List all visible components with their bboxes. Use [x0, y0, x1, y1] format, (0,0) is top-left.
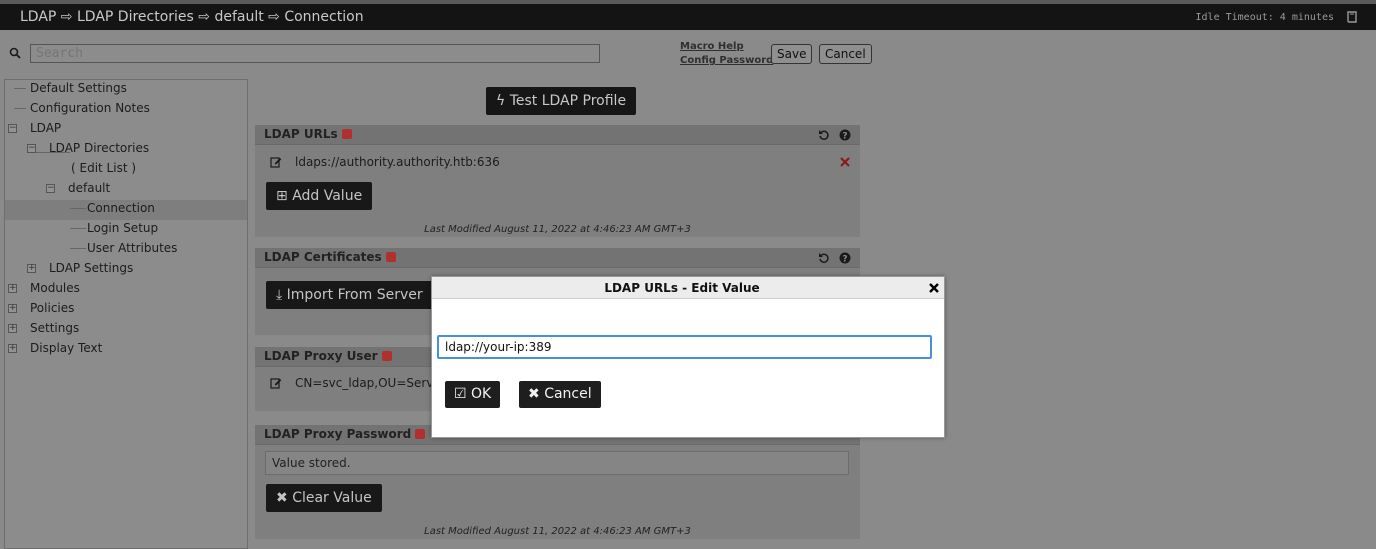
last-modified: Last Modified August 11, 2022 at 4:46:23… — [424, 224, 691, 235]
tree-connector — [14, 88, 26, 89]
panel-title: LDAP Certificates — [264, 250, 396, 264]
search-input[interactable] — [30, 44, 600, 63]
svg-text:?: ? — [842, 255, 847, 265]
reset-icon[interactable] — [818, 129, 830, 141]
test-ldap-profile-button[interactable]: ϟ Test LDAP Profile — [486, 87, 637, 115]
ldap-proxy-password-panel: LDAP Proxy Password Value stored. ✖ Clea… — [255, 425, 860, 539]
edit-icon[interactable] — [270, 156, 282, 168]
expand-icon[interactable]: + — [8, 344, 17, 353]
sidebar-item-ldap-settings[interactable]: LDAP Settings — [49, 258, 133, 278]
dialog-title: LDAP URLs - Edit Value — [604, 281, 760, 295]
breadcrumb: LDAP ⇨ LDAP Directories ⇨ default ⇨ Conn… — [20, 9, 364, 25]
sidebar-item-default[interactable]: default — [68, 178, 110, 198]
sidebar-item-modules[interactable]: Modules — [30, 278, 80, 298]
tree-connector — [14, 108, 26, 109]
navigation-tree: Default Settings Configuration Notes − L… — [4, 79, 248, 549]
reset-icon[interactable] — [818, 252, 830, 264]
sidebar-item-ldap[interactable]: LDAP — [30, 118, 61, 138]
config-password-link[interactable]: Config Password — [680, 54, 773, 68]
macro-help-link[interactable]: Macro Help — [680, 40, 773, 54]
sidebar-item-configuration-notes[interactable]: Configuration Notes — [30, 98, 150, 118]
proxy-user-value: CN=svc_ldap,OU=Service — [295, 376, 451, 390]
sidebar-item-policies[interactable]: Policies — [30, 298, 74, 318]
expand-icon[interactable]: + — [8, 304, 17, 313]
top-bar: LDAP ⇨ LDAP Directories ⇨ default ⇨ Conn… — [0, 0, 1376, 30]
last-modified: Last Modified August 11, 2022 at 4:46:23… — [424, 526, 691, 537]
dialog-cancel-button[interactable]: ✖ Cancel — [519, 381, 601, 408]
edit-value-dialog: LDAP URLs - Edit Value ☑ OK ✖ Cancel — [431, 276, 945, 438]
close-icon: ✖ — [276, 490, 288, 506]
tree-connector — [70, 248, 86, 249]
ldap-urls-panel: LDAP URLs ? ldaps://authority.authority.… — [255, 125, 860, 237]
sidebar-item-connection[interactable]: Connection — [87, 198, 155, 218]
add-value-button[interactable]: ⊞ Add Value — [266, 182, 373, 210]
stored-value-field: Value stored. — [265, 451, 849, 475]
bolt-icon: ϟ — [496, 93, 506, 109]
panel-title: LDAP Proxy Password — [264, 427, 426, 441]
save-button[interactable]: Save — [771, 44, 813, 64]
idle-timeout: Idle Timeout: 4 minutes — [1195, 12, 1334, 23]
sidebar-item-edit-list[interactable]: ( Edit List ) — [71, 158, 136, 178]
edit-icon[interactable] — [270, 377, 282, 389]
ldap-url-value: ldaps://authority.authority.htb:636 — [295, 155, 500, 169]
clear-value-button[interactable]: ✖ Clear Value — [266, 484, 382, 512]
ldap-url-input[interactable] — [437, 335, 932, 359]
panel-title: LDAP URLs — [264, 127, 352, 141]
panel-title: LDAP Proxy User — [264, 349, 392, 363]
sidebar-item-settings[interactable]: Settings — [30, 318, 79, 338]
sidebar-item-login-setup[interactable]: Login Setup — [87, 218, 158, 238]
collapse-icon[interactable]: − — [46, 184, 55, 193]
collapse-icon[interactable]: − — [27, 144, 36, 153]
help-icon[interactable]: ? — [839, 129, 851, 141]
book-icon[interactable] — [1346, 11, 1358, 23]
edit-badge-icon — [415, 429, 426, 439]
import-from-server-button[interactable]: ⤓ Import From Server — [266, 281, 433, 309]
panel-header: LDAP Certificates ? — [255, 248, 860, 268]
panel-header: LDAP URLs ? — [255, 125, 860, 145]
collapse-icon[interactable]: − — [8, 124, 17, 133]
ok-button[interactable]: ☑ OK — [445, 381, 501, 408]
sidebar-item-user-attributes[interactable]: User Attributes — [87, 238, 177, 258]
expand-icon[interactable]: + — [8, 324, 17, 333]
close-icon: ✖ — [528, 386, 540, 402]
expand-icon[interactable]: + — [27, 264, 36, 273]
tree-connector — [70, 208, 86, 209]
sidebar-item-default-settings[interactable]: Default Settings — [30, 78, 127, 98]
tree-connector — [70, 228, 86, 229]
help-links: Macro Help Config Password — [680, 40, 773, 68]
edit-badge-icon — [385, 252, 396, 262]
cancel-button[interactable]: Cancel — [819, 44, 872, 64]
svg-text:?: ? — [842, 132, 847, 142]
sidebar-item-ldap-directories[interactable]: LDAP Directories — [49, 138, 149, 158]
dialog-header: LDAP URLs - Edit Value — [432, 277, 944, 299]
edit-badge-icon — [341, 129, 352, 139]
checkbox-icon: ☑ — [454, 386, 467, 402]
sidebar-item-display-text[interactable]: Display Text — [30, 338, 102, 358]
expand-icon[interactable]: + — [8, 284, 17, 293]
search-icon — [9, 47, 21, 59]
close-icon[interactable] — [928, 282, 940, 294]
download-icon: ⤓ — [276, 287, 283, 303]
delete-icon[interactable] — [840, 157, 850, 167]
plus-icon: ⊞ — [276, 188, 288, 204]
help-icon[interactable]: ? — [839, 252, 851, 264]
edit-badge-icon — [381, 351, 392, 361]
